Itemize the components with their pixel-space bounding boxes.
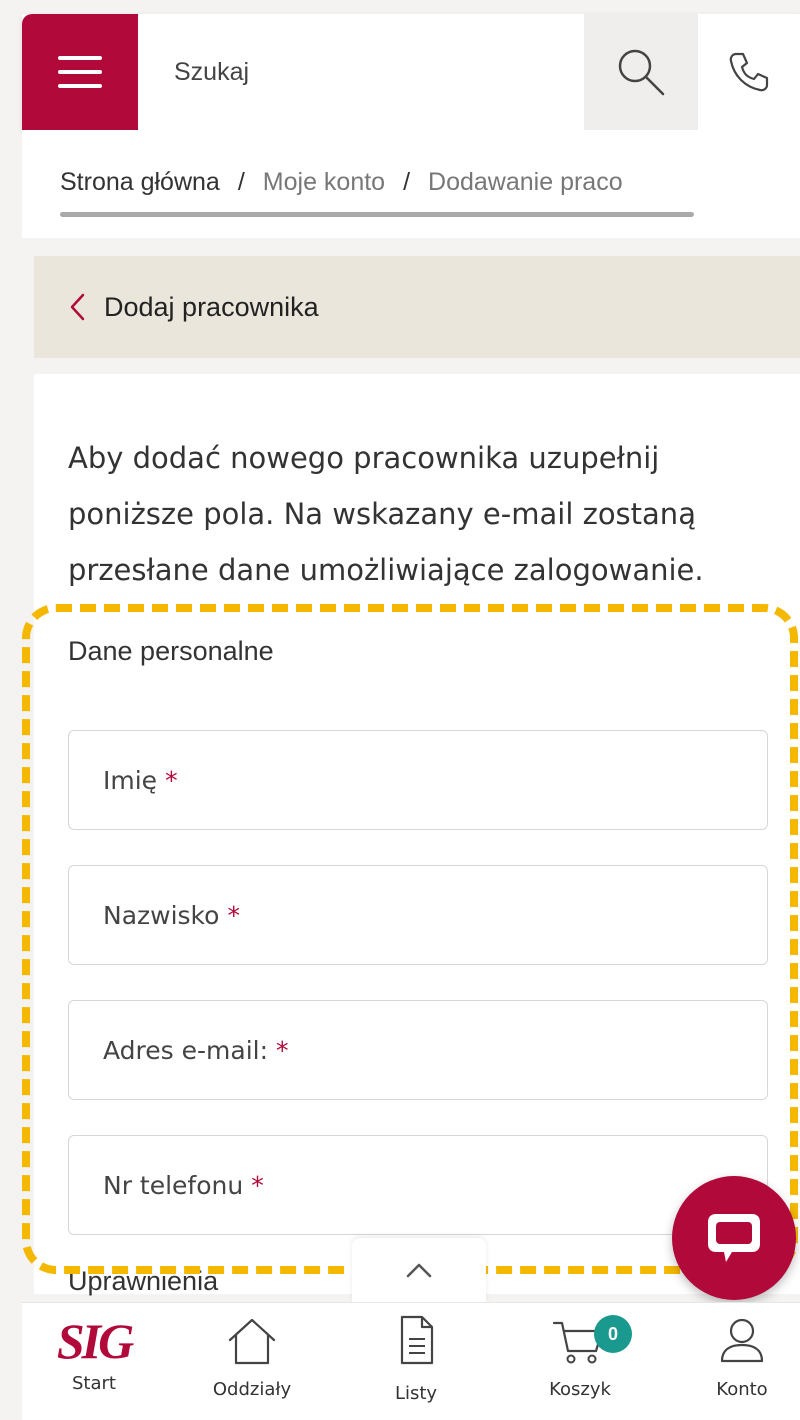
breadcrumb-separator: /: [237, 168, 245, 196]
phone-icon: [729, 52, 769, 92]
breadcrumb-current: Dodawanie praco: [428, 168, 623, 196]
nav-start[interactable]: SIG Start: [34, 1303, 154, 1420]
breadcrumb: Strona główna / Moje konto / Dodawanie praco: [60, 168, 623, 197]
field-label: Adres e-mail:: [103, 1035, 269, 1065]
breadcrumb-bar: Strona główna / Moje konto / Dodawanie praco: [22, 130, 800, 238]
intro-text: Aby dodać nowego pracownika uzupełnij po…: [68, 441, 704, 587]
home-icon: [192, 1311, 312, 1371]
chevron-left-icon: [70, 293, 85, 321]
breadcrumb-scrollbar[interactable]: [60, 212, 694, 217]
nav-branches[interactable]: Oddziały: [192, 1303, 312, 1420]
scroll-top-button[interactable]: [352, 1238, 486, 1302]
chevron-up-icon: [406, 1263, 432, 1278]
breadcrumb-account-link[interactable]: Moje konto: [263, 168, 385, 196]
nav-lists[interactable]: Listy: [356, 1303, 476, 1420]
sig-logo-text: SIG: [56, 1313, 134, 1369]
first-name-field[interactable]: Imię *: [68, 730, 768, 830]
section-title-permissions: Uprawnienia: [68, 1266, 219, 1296]
nav-label: Listy: [394, 1383, 438, 1404]
menu-button[interactable]: [22, 14, 138, 130]
document-icon: [356, 1311, 476, 1371]
back-link[interactable]: Dodaj pracownika: [34, 256, 800, 358]
breadcrumb-separator: /: [403, 168, 411, 196]
phone-field[interactable]: Nr telefonu *: [68, 1135, 768, 1235]
page-title: Dodaj pracownika: [104, 291, 319, 322]
nav-label: Koszyk: [549, 1379, 611, 1400]
phone-button[interactable]: [698, 14, 800, 130]
required-mark: *: [276, 1035, 289, 1065]
section-title-personal: Dane personalne: [68, 636, 274, 666]
last-name-field[interactable]: Nazwisko *: [68, 865, 768, 965]
nav-label: Start: [72, 1373, 116, 1394]
user-icon: [682, 1311, 800, 1371]
required-mark: *: [251, 1170, 264, 1200]
chat-bubble-icon: [708, 1214, 760, 1262]
search-button[interactable]: [584, 14, 698, 130]
breadcrumb-home-link[interactable]: Strona główna: [60, 168, 220, 196]
sig-logo: SIG: [34, 1311, 154, 1371]
app-viewport: Strona główna / Moje konto / Dodawanie praco…: [0, 0, 800, 1420]
required-mark: *: [227, 900, 240, 930]
field-label: Imię: [103, 765, 158, 795]
cart-count-badge: 0: [594, 1315, 632, 1353]
bottom-navigation: SIG Start Oddziały Listy 0 Koszyk Konto: [22, 1302, 800, 1420]
nav-label: Oddziały: [212, 1379, 292, 1400]
chat-button[interactable]: [672, 1176, 796, 1300]
nav-label: Konto: [716, 1379, 768, 1400]
form-content: Aby dodać nowego pracownika uzupełnij po…: [34, 374, 800, 1296]
email-field[interactable]: Adres e-mail: *: [68, 1000, 768, 1100]
nav-cart[interactable]: 0 Koszyk: [520, 1303, 640, 1420]
required-mark: *: [165, 765, 178, 795]
nav-account[interactable]: Konto: [682, 1303, 800, 1420]
search-input[interactable]: [138, 14, 584, 130]
search-icon: [618, 49, 665, 96]
hamburger-icon: [58, 56, 102, 88]
top-header: [22, 14, 800, 130]
field-label: Nazwisko: [103, 900, 220, 930]
field-label: Nr telefonu: [103, 1170, 244, 1200]
